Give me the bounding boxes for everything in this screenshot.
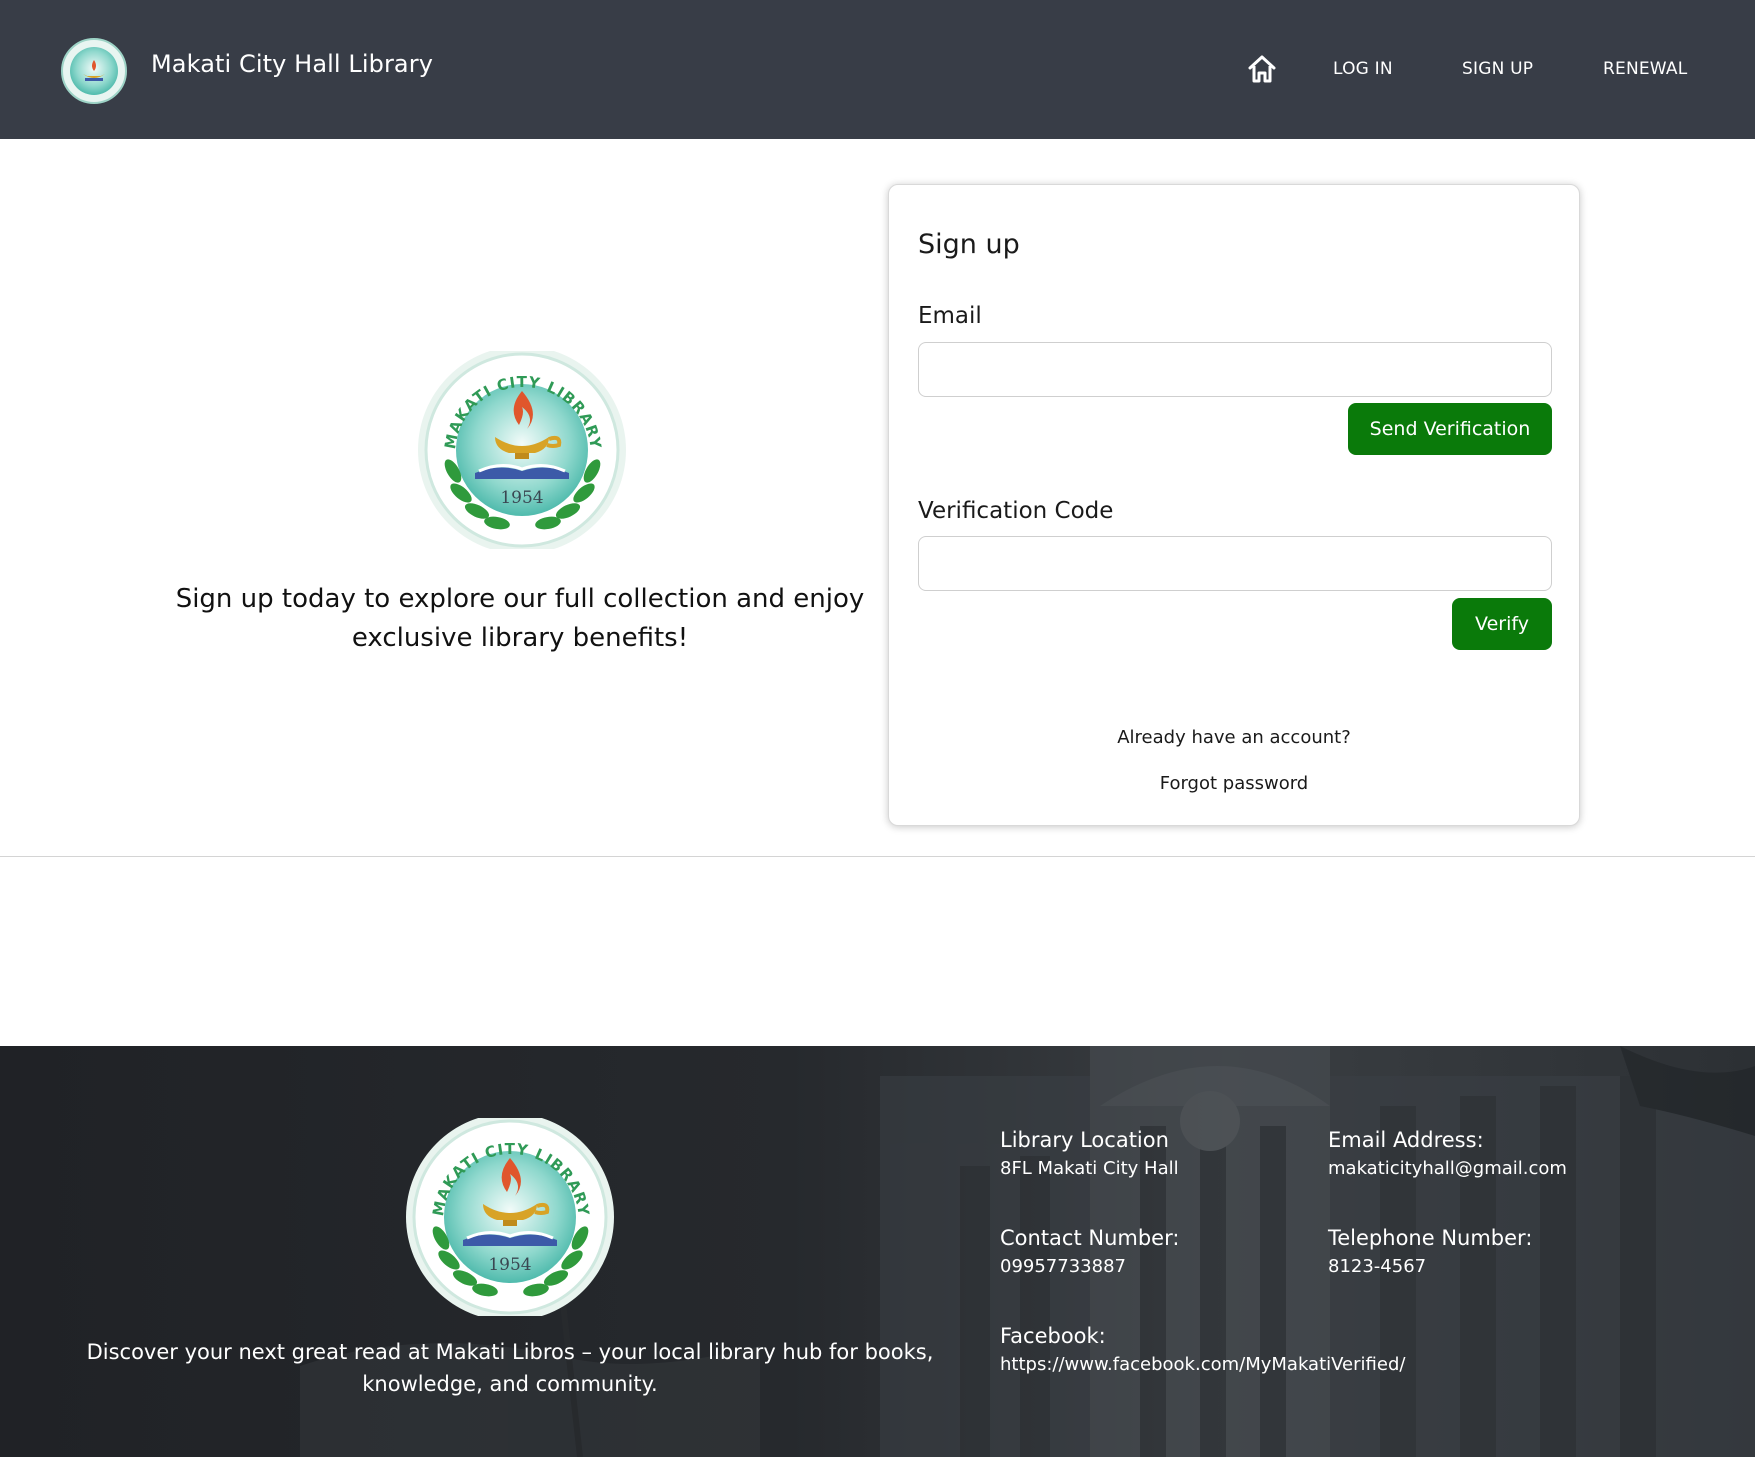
signup-title: Sign up: [918, 229, 1020, 260]
seal-year: 1954: [500, 488, 543, 508]
signup-card: Sign up Email Send Verification Verifica…: [888, 184, 1580, 826]
footer-seal-year: 1954: [488, 1255, 531, 1275]
contact-number-label: Contact Number:: [1000, 1226, 1180, 1250]
email-label: Email: [918, 303, 982, 329]
signup-tagline: Sign up today to explore our full collec…: [175, 584, 865, 653]
verify-button[interactable]: Verify: [1452, 598, 1552, 650]
contact-number-value: 09957733887: [1000, 1256, 1126, 1277]
email-input[interactable]: [918, 342, 1552, 397]
nav-signup-link[interactable]: SIGN UP: [1462, 59, 1533, 79]
library-location-label: Library Location: [1000, 1128, 1169, 1152]
footer-seal-image: MAKATI CITY LIBRARY 1954: [406, 1118, 614, 1316]
top-navbar: Makati City Hall Library LOG IN SIGN UP …: [0, 0, 1755, 139]
footer: MAKATI CITY LIBRARY 1954 Discover your n…: [0, 1046, 1755, 1457]
library-seal-logo[interactable]: [61, 38, 127, 104]
facebook-label: Facebook:: [1000, 1324, 1106, 1348]
library-seal-image: MAKATI CITY LIBRARY 1954: [418, 351, 626, 549]
verification-code-input[interactable]: [918, 536, 1552, 591]
already-have-account-link[interactable]: Already have an account?: [889, 727, 1579, 748]
library-location-value: 8FL Makati City Hall: [1000, 1158, 1179, 1179]
brand-title[interactable]: Makati City Hall Library: [151, 50, 433, 78]
nav-login-link[interactable]: LOG IN: [1333, 59, 1393, 79]
section-divider: [0, 856, 1755, 857]
verification-code-label: Verification Code: [918, 498, 1114, 524]
email-address-value[interactable]: makaticityhall@gmail.com: [1328, 1158, 1567, 1179]
footer-description: Discover your next great read at Makati …: [86, 1340, 934, 1396]
home-icon[interactable]: [1246, 53, 1278, 85]
facebook-link[interactable]: https://www.facebook.com/MyMakatiVerifie…: [1000, 1354, 1405, 1375]
telephone-number-label: Telephone Number:: [1328, 1226, 1533, 1250]
forgot-password-link[interactable]: Forgot password: [889, 773, 1579, 794]
email-address-label: Email Address:: [1328, 1128, 1484, 1152]
telephone-number-value: 8123-4567: [1328, 1256, 1427, 1277]
send-verification-button[interactable]: Send Verification: [1348, 403, 1552, 455]
nav-renewal-link[interactable]: RENEWAL: [1603, 59, 1687, 79]
